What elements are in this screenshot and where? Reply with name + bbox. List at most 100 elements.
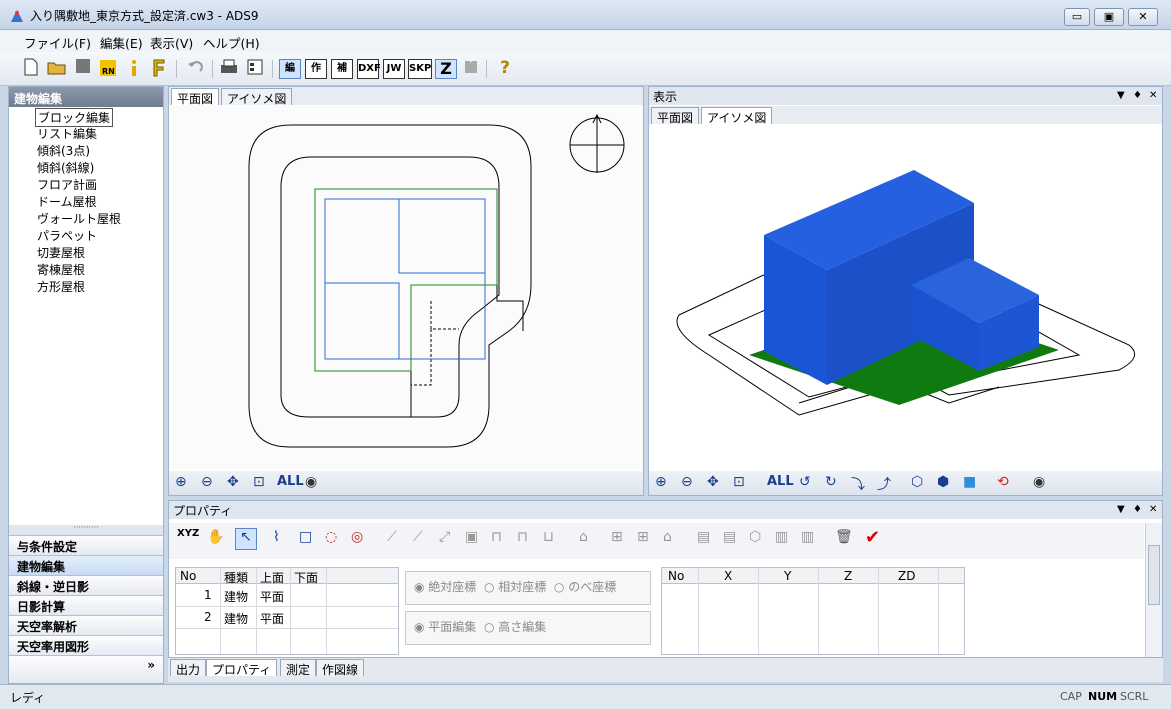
maximize-button[interactable]: ▣ — [1094, 8, 1124, 26]
row2-no[interactable]: 2 — [204, 610, 212, 624]
nav-more-button[interactable]: » — [9, 655, 163, 683]
confirm-check-icon[interactable]: ✔ — [865, 527, 880, 548]
tilt-up-icon[interactable]: ⤴ — [877, 474, 891, 494]
mode-aux-button[interactable]: 補 — [331, 59, 353, 79]
iso-panel-pin-icon[interactable]: ♦ — [1133, 90, 1142, 101]
z-button[interactable]: Z — [435, 59, 457, 79]
tab-guidelines[interactable]: 作図線 — [316, 659, 365, 677]
tool-p-icon[interactable]: ▥ — [801, 529, 814, 545]
iso-panel-dropdown-icon[interactable]: ▼ — [1117, 90, 1125, 101]
hand-icon[interactable]: ✋ — [207, 529, 224, 545]
delete-icon[interactable]: 🗑 — [835, 529, 853, 545]
properties-close-icon[interactable]: ✕ — [1149, 504, 1157, 515]
tool-l-icon[interactable]: ▤ — [697, 529, 710, 545]
f-icon[interactable] — [148, 58, 170, 80]
iso-zoom-in-icon[interactable]: ⊕ — [655, 474, 667, 490]
tab-plan[interactable]: 平面図 — [171, 88, 220, 106]
properties-dropdown-icon[interactable]: ▼ — [1117, 504, 1125, 515]
preview-icon[interactable] — [244, 58, 266, 80]
undo-icon[interactable] — [184, 58, 206, 80]
skp-button[interactable]: SKP — [408, 59, 432, 79]
tool-j-icon[interactable]: ⊞ — [637, 529, 649, 545]
dxf-button[interactable]: DXF — [357, 59, 381, 79]
tree-item-dome-roof[interactable]: ドーム屋根 — [37, 193, 97, 210]
properties-pin-icon[interactable]: ♦ — [1133, 504, 1142, 515]
save-icon[interactable] — [72, 58, 94, 80]
rectangle-icon[interactable]: □ — [299, 529, 312, 545]
tree-item-hip-roof[interactable]: 寄棟屋根 — [37, 261, 85, 278]
minimize-button[interactable]: ▭ — [1064, 8, 1090, 26]
radio-absolute[interactable]: ◉ 絶対座標 — [414, 580, 476, 594]
wire-cube-icon[interactable]: ⬡ — [911, 474, 923, 490]
tool-b-icon[interactable]: ⟋ — [413, 529, 423, 545]
radio-height-edit[interactable]: ○ 高さ編集 — [484, 620, 546, 634]
hidden-cube-icon[interactable]: ⬢ — [937, 474, 949, 490]
tab-output[interactable]: 出力 — [170, 659, 207, 677]
tool-k-icon[interactable]: ⌂ — [663, 529, 672, 545]
plan-drawing[interactable] — [169, 105, 643, 469]
info-icon[interactable] — [123, 58, 145, 80]
tree-item-gable-roof[interactable]: 切妻屋根 — [37, 244, 85, 261]
tool-o-icon[interactable]: ▥ — [775, 529, 788, 545]
zoom-out-icon[interactable]: ⊖ — [201, 474, 213, 490]
tilt-down-icon[interactable]: ⤵ — [851, 474, 865, 494]
tree-item-pyramid-roof[interactable]: 方形屋根 — [37, 278, 85, 295]
axis-rotate-icon[interactable]: ⟲ — [997, 474, 1009, 490]
tree-item-list-edit[interactable]: リスト編集 — [37, 125, 97, 142]
tool-h-icon[interactable]: ⌂ — [579, 529, 588, 545]
tool-i-icon[interactable]: ⊞ — [611, 529, 623, 545]
nav-sky-analysis[interactable]: 天空率解析 — [9, 615, 163, 635]
tab-properties[interactable]: プロパティ — [206, 659, 278, 677]
tool-f-icon[interactable]: ⊓ — [517, 529, 528, 545]
iso-zoom-out-icon[interactable]: ⊖ — [681, 474, 693, 490]
pointer-icon[interactable]: ↖ — [235, 528, 257, 550]
mode-edit-button[interactable]: 編 — [279, 59, 301, 79]
close-button[interactable]: ✕ — [1128, 8, 1158, 26]
tree-item-parapet[interactable]: パラペット — [37, 227, 97, 244]
polyline-icon[interactable]: ⌇ — [273, 529, 280, 545]
zoom-window-icon[interactable]: ⊡ — [253, 474, 265, 490]
iso-zoom-all-button[interactable]: ALL — [767, 474, 794, 489]
circle-icon[interactable]: ◌ — [325, 529, 337, 545]
tool-c-icon[interactable]: ⤢ — [439, 529, 450, 545]
row2-top[interactable]: 平面 — [260, 610, 284, 627]
radio-relative[interactable]: ○ 相対座標 — [484, 580, 546, 594]
rotate-right-icon[interactable]: ↻ — [825, 474, 837, 490]
tool-a-icon[interactable]: ⟋ — [387, 529, 397, 545]
zoom-all-button[interactable]: ALL — [277, 474, 304, 489]
tree-item-vault-roof[interactable]: ヴォールト屋根 — [37, 210, 121, 227]
row1-top[interactable]: 平面 — [260, 588, 284, 605]
zoom-in-icon[interactable]: ⊕ — [175, 474, 187, 490]
open-folder-icon[interactable] — [46, 58, 68, 80]
tab-measure[interactable]: 測定 — [280, 659, 317, 677]
tree-item-slope-3pt[interactable]: 傾斜(3点) — [37, 142, 90, 159]
rotate-left-icon[interactable]: ↺ — [799, 474, 811, 490]
row1-type[interactable]: 建物 — [224, 588, 248, 605]
properties-scrollbar[interactable] — [1145, 523, 1162, 657]
print-icon[interactable] — [218, 58, 240, 80]
menu-help[interactable]: ヘルプ(H) — [203, 33, 260, 52]
menu-edit[interactable]: 編集(E) — [100, 33, 143, 52]
iso-zoom-window-icon[interactable]: ⊡ — [733, 474, 745, 490]
menu-view[interactable]: 表示(V) — [150, 33, 193, 52]
mode-draw-button[interactable]: 作 — [305, 59, 327, 79]
help-icon[interactable]: ? — [494, 58, 516, 80]
nav-shadow-calc[interactable]: 日影計算 — [9, 595, 163, 615]
tree-item-floor-plan[interactable]: フロア計画 — [37, 176, 97, 193]
iso-eye-icon[interactable]: ◉ — [1033, 474, 1045, 490]
iso-tab-isometric[interactable]: アイソメ図 — [701, 107, 773, 125]
nav-sky-figure[interactable]: 天空率用図形 — [9, 635, 163, 655]
iso-tab-plan[interactable]: 平面図 — [651, 107, 700, 125]
row2-type[interactable]: 建物 — [224, 610, 248, 627]
tree-item-slope-line[interactable]: 傾斜(斜線) — [37, 159, 94, 176]
nav-slant-shadow[interactable]: 斜線・逆日影 — [9, 575, 163, 595]
iso-drawing[interactable] — [649, 125, 1162, 469]
pan-icon[interactable]: ✥ — [227, 474, 239, 490]
new-file-icon[interactable] — [20, 58, 42, 80]
tool-d-icon[interactable]: ▣ — [465, 529, 478, 545]
shaded-cube-icon[interactable]: ■ — [963, 474, 976, 490]
jw-button[interactable]: JW — [383, 59, 405, 79]
tool-g-icon[interactable]: ⊔ — [543, 529, 554, 545]
tool-e-icon[interactable]: ⊓ — [491, 529, 502, 545]
book-icon[interactable] — [460, 58, 482, 80]
